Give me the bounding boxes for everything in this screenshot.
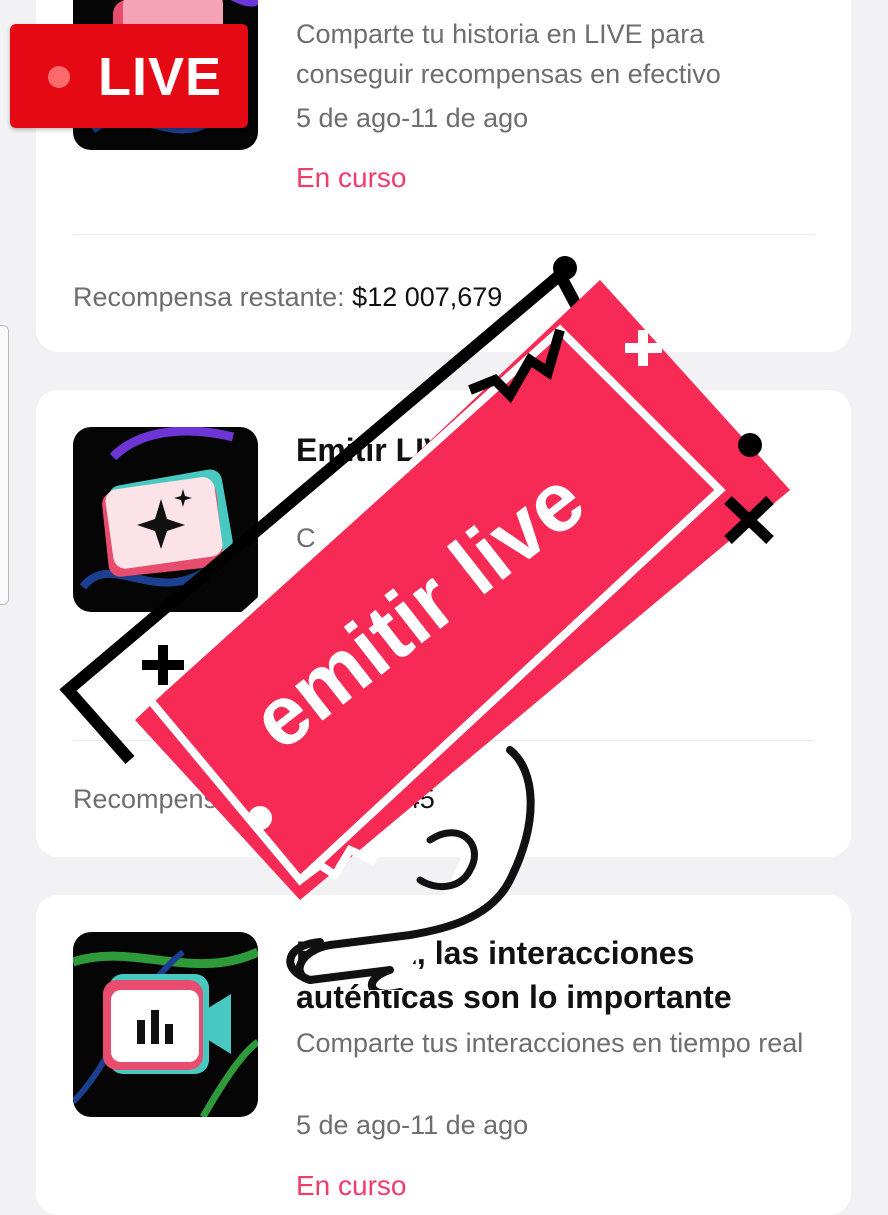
campaign-1-description: Comparte tu historia en LIVE para conseg… xyxy=(296,19,721,89)
campaign-3-title: En LIVE, las interacciones auténticas so… xyxy=(296,935,732,1015)
reward-value: $12 007,679 xyxy=(352,282,503,312)
campaign-3-date: 5 de ago-11 de ago xyxy=(296,1110,529,1140)
divider xyxy=(73,740,814,741)
campaign-3-status[interactable]: En curso xyxy=(296,1170,407,1202)
sparkle-film-icon xyxy=(73,427,258,612)
reward-label: Recompensa restante: xyxy=(73,282,345,312)
reward-value: $...245 xyxy=(352,784,435,814)
live-dot-icon xyxy=(48,66,70,88)
divider xyxy=(73,234,814,235)
chart-video-icon xyxy=(73,932,258,1117)
campaign-card-2[interactable]: Emitir LIVE... ser d... C... Lara Recomp… xyxy=(36,390,851,857)
campaign-2-description: C... Lara xyxy=(296,523,400,553)
campaign-1-reward: Recompensa restante: $12 007,679 xyxy=(73,282,502,313)
campaign-1-date: 5 de ago-11 de ago xyxy=(296,103,529,133)
campaign-1-status[interactable]: En curso xyxy=(296,162,407,194)
campaign-2-title: Emitir LIVE... ser d... xyxy=(296,432,606,468)
live-badge: LIVE xyxy=(10,24,248,128)
campaign-3-description: Comparte tus interacciones en tiempo rea… xyxy=(296,1028,804,1058)
campaign-2-reward: Recompensa restante: $...245 xyxy=(73,784,435,815)
reward-label: Recompensa restante: xyxy=(73,784,345,814)
campaign-card-3[interactable]: En LIVE, las interacciones auténticas so… xyxy=(36,895,851,1215)
side-scroll-handle[interactable] xyxy=(0,325,9,605)
live-badge-text: LIVE xyxy=(98,47,223,107)
